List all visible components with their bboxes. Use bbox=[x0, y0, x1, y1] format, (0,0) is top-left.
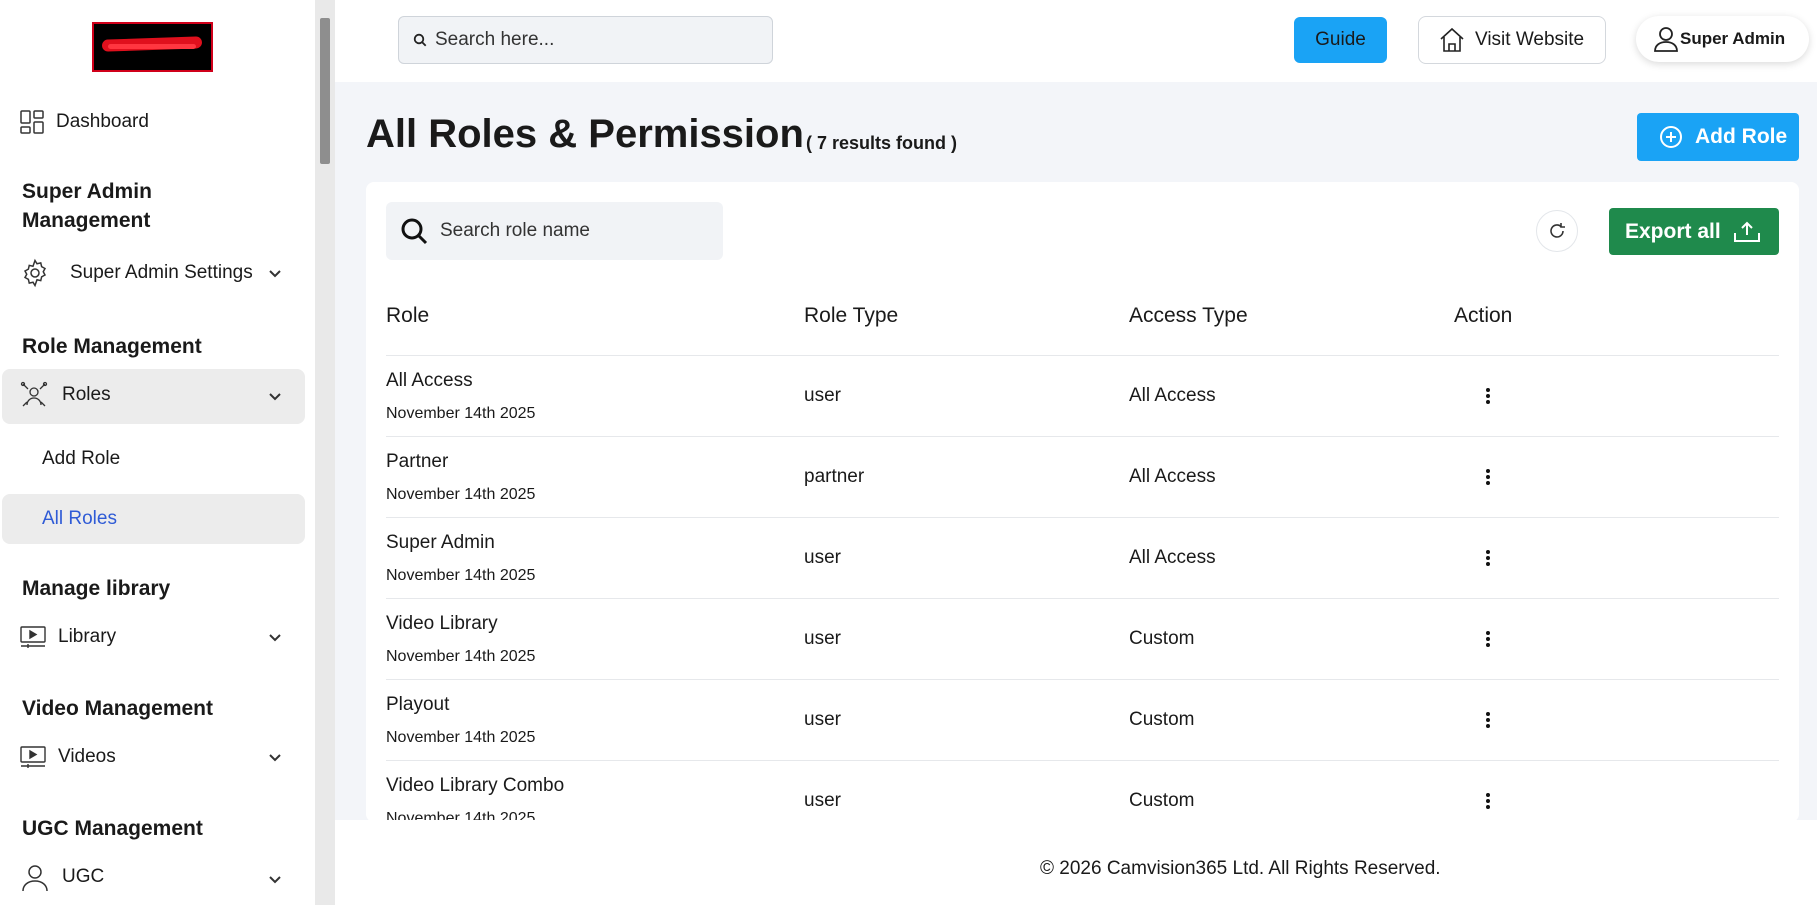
roles-icon bbox=[20, 381, 48, 407]
user-icon bbox=[1654, 27, 1678, 52]
access-type: All Access bbox=[1129, 547, 1216, 568]
role-search-placeholder: Search role name bbox=[440, 220, 590, 241]
role-date: November 14th 2025 bbox=[386, 648, 536, 665]
role-name: Video Library Combo bbox=[386, 775, 565, 796]
global-search-placeholder: Search here... bbox=[435, 29, 555, 50]
role-type: user bbox=[804, 547, 841, 568]
more-vertical-icon[interactable] bbox=[1480, 710, 1496, 730]
more-vertical-icon[interactable] bbox=[1480, 467, 1496, 487]
sidebar-item-roles[interactable]: Roles bbox=[20, 381, 111, 409]
access-type: All Access bbox=[1129, 466, 1216, 487]
sidebar-item-label: Library bbox=[58, 626, 117, 647]
search-icon bbox=[413, 33, 427, 47]
access-type: Custom bbox=[1129, 628, 1195, 649]
role-search-input[interactable]: Search role name bbox=[386, 202, 723, 260]
role-type: user bbox=[804, 709, 841, 730]
row-divider bbox=[386, 517, 1779, 518]
role-name: Playout bbox=[386, 694, 450, 715]
visit-website-label: Visit Website bbox=[1475, 29, 1585, 50]
sidebar-subitem-add-role[interactable]: Add Role bbox=[42, 448, 120, 470]
row-divider bbox=[386, 679, 1779, 680]
more-vertical-icon[interactable] bbox=[1480, 386, 1496, 406]
role-name: Partner bbox=[386, 451, 449, 472]
refresh-icon bbox=[1550, 223, 1565, 238]
sidebar-item-label: Super Admin Settings bbox=[70, 262, 253, 283]
search-icon bbox=[401, 218, 428, 245]
column-header-access-type[interactable]: Access Type bbox=[1129, 304, 1248, 328]
chevron-down-icon[interactable] bbox=[267, 749, 283, 765]
roles-table-card bbox=[366, 182, 1799, 822]
role-date: November 14th 2025 bbox=[386, 486, 536, 503]
section-title-role-management: Role Management bbox=[22, 335, 202, 358]
column-header-role-type[interactable]: Role Type bbox=[804, 304, 898, 328]
section-title-ugc-management: UGC Management bbox=[22, 817, 203, 840]
access-type: Custom bbox=[1129, 790, 1195, 811]
sidebar-item-super-admin-settings[interactable]: Super Admin Settings bbox=[20, 258, 253, 288]
export-all-button[interactable]: Export all bbox=[1609, 208, 1779, 255]
section-title-super-admin: Super Admin Management bbox=[22, 180, 152, 232]
chevron-down-icon[interactable] bbox=[267, 871, 283, 887]
sidebar-item-ugc[interactable]: UGC bbox=[20, 862, 104, 892]
video-icon bbox=[20, 746, 46, 768]
sidebar-subitem-all-roles[interactable]: All Roles bbox=[42, 508, 117, 530]
sidebar-item-label: Roles bbox=[62, 384, 111, 405]
copyright-text: © 2026 Camvision365 Ltd. All Rights Rese… bbox=[1040, 858, 1441, 879]
column-header-action: Action bbox=[1454, 304, 1513, 327]
more-vertical-icon[interactable] bbox=[1480, 548, 1496, 568]
row-divider bbox=[386, 760, 1779, 761]
sidebar-item-label: Videos bbox=[58, 746, 116, 767]
refresh-button[interactable] bbox=[1536, 210, 1578, 252]
header-divider bbox=[386, 355, 1779, 356]
sidebar-scrollbar-thumb[interactable] bbox=[320, 18, 330, 164]
more-vertical-icon[interactable] bbox=[1480, 791, 1496, 811]
access-type: All Access bbox=[1129, 385, 1216, 406]
export-all-label: Export all bbox=[1625, 219, 1721, 243]
chevron-down-icon[interactable] bbox=[267, 388, 283, 404]
user-menu-button[interactable]: Super Admin bbox=[1636, 16, 1809, 62]
sidebar-item-library[interactable]: Library bbox=[20, 626, 116, 648]
sidebar-item-dashboard[interactable]: Dashboard bbox=[20, 110, 149, 134]
add-role-button[interactable]: Add Role bbox=[1637, 113, 1799, 161]
row-divider bbox=[386, 436, 1779, 437]
role-date: November 14th 2025 bbox=[386, 405, 536, 422]
role-date: November 14th 2025 bbox=[386, 567, 536, 584]
brand-logo[interactable] bbox=[92, 22, 213, 72]
page-title: All Roles & Permission bbox=[366, 112, 804, 156]
role-date: November 14th 2025 bbox=[386, 729, 536, 746]
visit-website-button[interactable]: Visit Website bbox=[1418, 16, 1606, 64]
dashboard-icon bbox=[20, 110, 44, 134]
guide-button[interactable]: Guide bbox=[1294, 17, 1387, 63]
video-icon bbox=[20, 626, 46, 648]
user-name: Super Admin bbox=[1680, 29, 1786, 48]
home-icon bbox=[1440, 27, 1464, 52]
role-type: partner bbox=[804, 466, 865, 487]
results-count: ( 7 results found ) bbox=[806, 133, 958, 153]
section-title-video-management: Video Management bbox=[22, 697, 213, 720]
section-title-manage-library: Manage library bbox=[22, 577, 171, 600]
sidebar-item-label: UGC bbox=[62, 866, 105, 887]
sidebar: Dashboard Super Admin Management Super A… bbox=[0, 0, 315, 905]
role-type: user bbox=[804, 790, 841, 811]
chevron-down-icon[interactable] bbox=[267, 265, 283, 281]
sidebar-item-label: Dashboard bbox=[56, 111, 149, 132]
add-role-label: Add Role bbox=[1695, 125, 1788, 148]
role-name: Super Admin bbox=[386, 532, 495, 553]
plus-circle-icon bbox=[1660, 126, 1682, 148]
column-header-role[interactable]: Role bbox=[386, 304, 429, 328]
chevron-down-icon[interactable] bbox=[267, 629, 283, 645]
row-divider bbox=[386, 598, 1779, 599]
role-type: user bbox=[804, 385, 841, 406]
role-name: Video Library bbox=[386, 613, 498, 634]
user-icon bbox=[22, 865, 48, 892]
more-vertical-icon[interactable] bbox=[1480, 629, 1496, 649]
sidebar-item-videos[interactable]: Videos bbox=[20, 746, 116, 768]
role-name: All Access bbox=[386, 370, 473, 391]
access-type: Custom bbox=[1129, 709, 1195, 730]
upload-icon bbox=[1733, 221, 1760, 242]
role-type: user bbox=[804, 628, 841, 649]
global-search-input[interactable]: Search here... bbox=[398, 16, 773, 64]
gear-icon bbox=[23, 258, 47, 288]
